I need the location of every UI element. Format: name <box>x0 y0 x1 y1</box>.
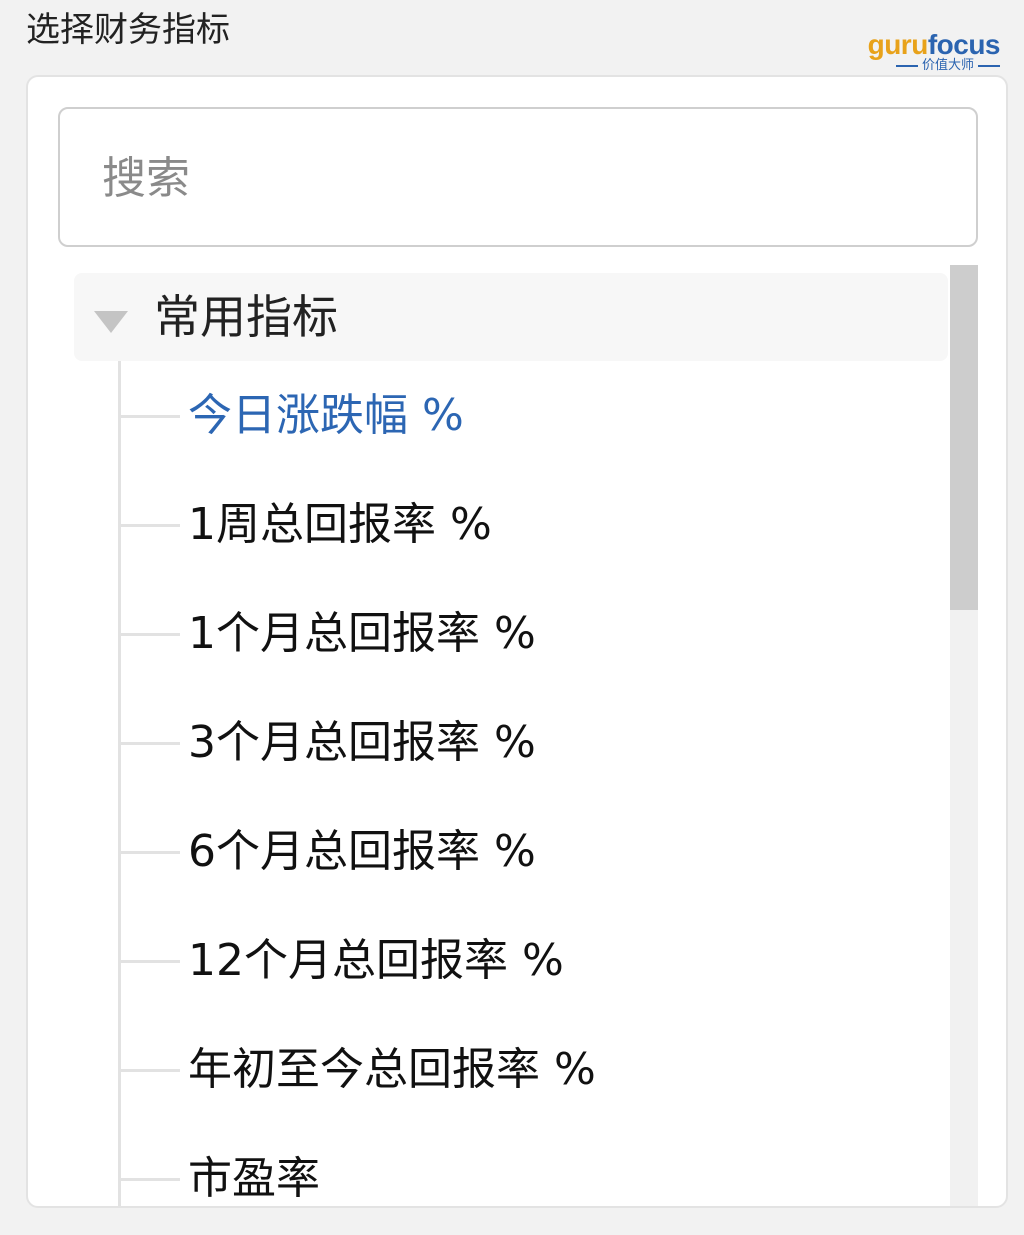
logo-rule-left <box>895 65 918 67</box>
gurufocus-logo: gurufocus 价值大师 <box>868 30 1001 74</box>
tree-item-label: 1个月总回报率 % <box>188 608 536 659</box>
logo-focus-text: focus <box>927 29 1001 60</box>
tree-item-1w-total-return[interactable]: 1周总回报率 % <box>74 470 948 579</box>
caret-down-icon[interactable] <box>94 311 128 333</box>
tree-item-ytd-total-return[interactable]: 年初至今总回报率 % <box>74 1015 948 1124</box>
tree-item-label: 1周总回报率 % <box>188 499 492 550</box>
tree-branch-line <box>120 960 180 963</box>
tree-group-common-metrics[interactable]: 常用指标 <box>74 273 948 361</box>
search-input[interactable] <box>100 109 944 247</box>
tree-item-label: 今日涨跌幅 % <box>188 390 464 441</box>
tree-item-1m-total-return[interactable]: 1个月总回报率 % <box>74 579 948 688</box>
tree-item-6m-total-return[interactable]: 6个月总回报率 % <box>74 797 948 906</box>
tree-branch-line <box>120 524 180 527</box>
tree-item-pe-ratio[interactable]: 市盈率 <box>74 1124 948 1206</box>
scrollbar-thumb[interactable] <box>950 265 978 610</box>
logo-tagline: 价值大师 <box>895 58 1000 73</box>
tree-item-label: 12个月总回报率 % <box>188 935 564 986</box>
tree-group-label: 常用指标 <box>154 290 338 344</box>
tree-branch-line <box>120 1069 180 1072</box>
tree-item-label: 年初至今总回报率 % <box>188 1044 596 1095</box>
tree-branch-line <box>120 742 180 745</box>
tree-item-12m-total-return[interactable]: 12个月总回报率 % <box>74 906 948 1015</box>
tree-item-today-change[interactable]: 今日涨跌幅 % <box>74 361 948 470</box>
tree-item-label: 6个月总回报率 % <box>188 826 536 877</box>
logo-tagline-text: 价值大师 <box>921 58 974 73</box>
metric-tree: 常用指标 今日涨跌幅 % 1周总回报率 % 1个月总回报率 % 3个月总回报率 … <box>74 273 948 1206</box>
logo-guru-text: guru <box>867 29 929 60</box>
tree-branch-line <box>120 851 180 854</box>
tree-item-label: 市盈率 <box>188 1153 320 1204</box>
tree-branch-line <box>120 1178 180 1181</box>
metric-picker-panel: 常用指标 今日涨跌幅 % 1周总回报率 % 1个月总回报率 % 3个月总回报率 … <box>26 75 1008 1208</box>
page-title: 选择财务指标 <box>26 10 230 50</box>
tree-branch-line <box>120 415 180 418</box>
logo-wordmark: gurufocus <box>867 29 1001 60</box>
tree-item-list: 今日涨跌幅 % 1周总回报率 % 1个月总回报率 % 3个月总回报率 % 6个月… <box>74 361 948 1206</box>
tree-branch-line <box>120 633 180 636</box>
tree-item-label: 3个月总回报率 % <box>188 717 536 768</box>
scrollbar-track[interactable] <box>950 265 978 1206</box>
logo-rule-right <box>978 65 1000 67</box>
search-box <box>58 107 978 247</box>
tree-item-3m-total-return[interactable]: 3个月总回报率 % <box>74 688 948 797</box>
